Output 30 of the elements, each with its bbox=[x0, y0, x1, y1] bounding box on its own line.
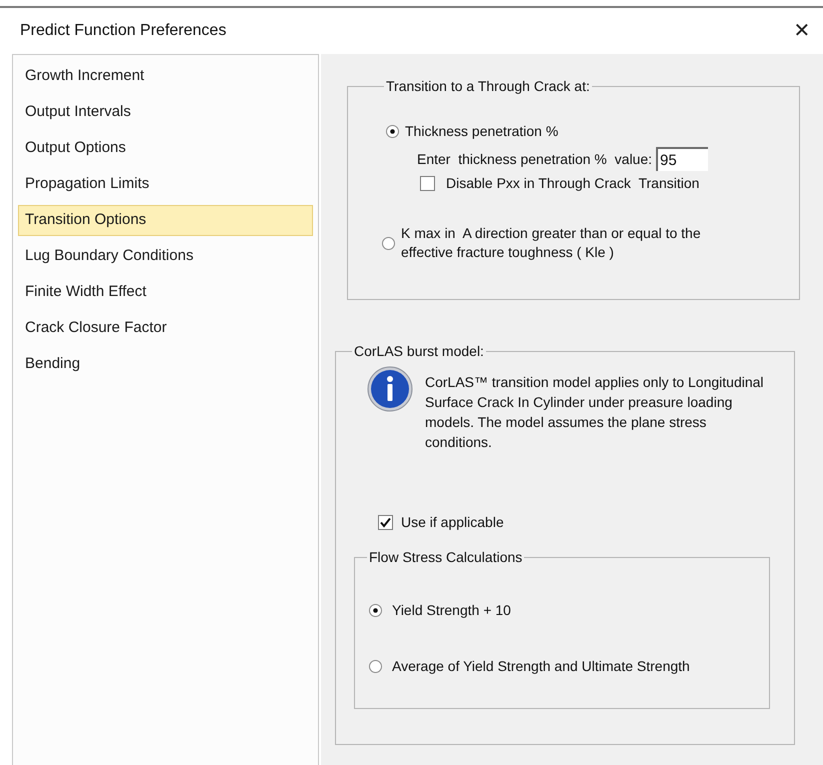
sidebar-item[interactable]: Bending bbox=[18, 349, 313, 380]
radio-button[interactable] bbox=[369, 604, 382, 617]
sidebar-item[interactable]: Growth Increment bbox=[18, 61, 313, 92]
radio-button[interactable] bbox=[369, 660, 382, 673]
sidebar-item[interactable]: Output Options bbox=[18, 133, 313, 164]
radio-button[interactable] bbox=[386, 125, 399, 138]
option-label: Average of Yield Strength and Ultimate Strength bbox=[392, 657, 690, 676]
option-label: Yield Strength + 10 bbox=[392, 601, 511, 620]
input-field[interactable]: 95 bbox=[656, 147, 708, 171]
group-title: CorLAS burst model: bbox=[353, 342, 485, 361]
window-title: Predict Function Preferences bbox=[20, 21, 226, 41]
radio-button[interactable] bbox=[382, 236, 395, 250]
sidebar-item[interactable]: Crack Closure Factor bbox=[18, 313, 313, 344]
sidebar-item[interactable]: Finite Width Effect bbox=[18, 277, 313, 308]
info-text: CorLAS™ transition model applies only to Longitudinal Surface Crack In Cylinder under preasure loading models. The model assumes the plane stress conditions. bbox=[425, 373, 765, 452]
sidebar-item[interactable]: Output Intervals bbox=[18, 97, 313, 128]
option-label: Disable Pxx in Through Crack Transition bbox=[446, 174, 700, 193]
option-label: K max in A direction greater than or equal to the effective fracture toughness ( Kle ) bbox=[401, 224, 702, 262]
option-label: Use if applicable bbox=[401, 513, 504, 532]
sidebar-item[interactable]: Propagation Limits bbox=[18, 169, 313, 200]
sidebar-item[interactable]: Lug Boundary Conditions bbox=[18, 241, 313, 272]
close-button[interactable]: ✕ bbox=[787, 16, 817, 46]
info-icon bbox=[367, 366, 413, 412]
group-title: Transition to a Through Crack at: bbox=[385, 77, 591, 96]
option-label: Thickness penetration % bbox=[405, 122, 558, 141]
group-title: Flow Stress Calculations bbox=[368, 548, 524, 567]
checkbox[interactable] bbox=[420, 176, 435, 191]
checkbox[interactable] bbox=[378, 515, 393, 530]
field-label: Enter thickness penetration % value: bbox=[417, 150, 652, 169]
sidebar-item[interactable]: Transition Options bbox=[18, 205, 313, 236]
